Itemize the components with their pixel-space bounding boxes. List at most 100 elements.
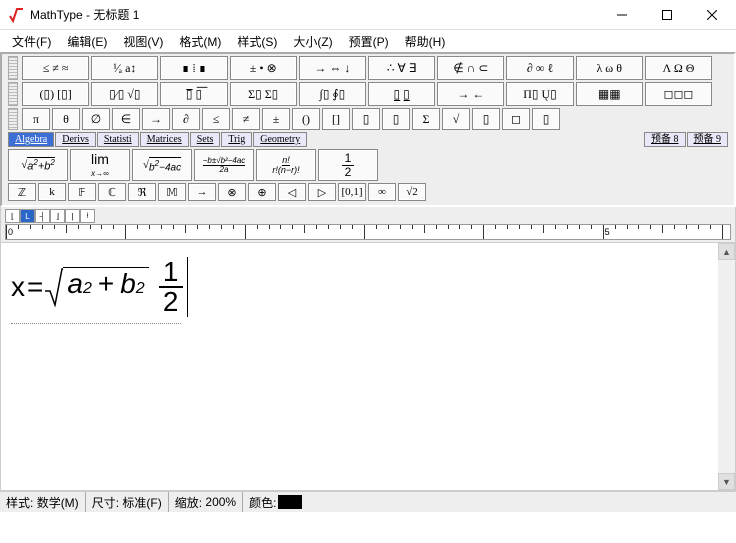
palette-button[interactable]: √ (442, 108, 470, 130)
palette-button[interactable]: −b±√b²−4ac2a (194, 149, 254, 181)
color-swatch[interactable] (278, 495, 302, 509)
palette-button[interactable]: ℜ (128, 183, 156, 201)
palette-button[interactable]: (▯) [▯] (22, 82, 89, 106)
palette-button[interactable]: ≤ ≠ ≈ (22, 56, 89, 80)
palette-button[interactable]: ▷ (308, 183, 336, 201)
palette-button[interactable]: ▯̅ ▯͞ (160, 82, 227, 106)
palette-button[interactable]: ± (262, 108, 290, 130)
palette-button[interactable]: limx→∞ (70, 149, 130, 181)
palette-button[interactable]: √b2−4ac (132, 149, 192, 181)
status-size-value[interactable]: 标准(F) (122, 494, 161, 511)
exp-2: 2 (136, 280, 145, 298)
menu-view[interactable]: 视图(V) (115, 31, 171, 52)
scroll-down-icon[interactable]: ▼ (718, 473, 735, 490)
palette-button[interactable]: ∅ (82, 108, 110, 130)
palette-button[interactable]: ∂ (172, 108, 200, 130)
palette-button[interactable]: ◁ (278, 183, 306, 201)
grip-icon[interactable] (8, 56, 18, 80)
tab-algebra[interactable]: Algebra (8, 132, 54, 147)
palette-button[interactable]: ▯ (472, 108, 500, 130)
denominator: 2 (163, 288, 179, 316)
palette-button[interactable]: n!r!(n−r)! (256, 149, 316, 181)
palette-button[interactable]: Σ (412, 108, 440, 130)
menu-size[interactable]: 大小(Z) (285, 31, 340, 52)
minimize-button[interactable] (599, 1, 644, 29)
palette-button[interactable]: 𝔽 (68, 183, 96, 201)
palette-button[interactable]: → (188, 183, 216, 201)
menu-preset[interactable]: 预置(P) (341, 31, 397, 52)
grip-icon[interactable] (8, 82, 18, 106)
close-button[interactable] (689, 1, 734, 29)
palette-button[interactable]: ⊗ (218, 183, 246, 201)
palette-button[interactable]: ∈ (112, 108, 140, 130)
menu-format[interactable]: 格式(M) (171, 31, 229, 52)
formula-canvas[interactable]: x = a2 + b2 1 2 (1, 243, 735, 331)
tab-statisti[interactable]: Statisti (97, 132, 139, 147)
tabstop-btn[interactable]: ⌊ (5, 209, 20, 223)
palette-button[interactable]: π (22, 108, 50, 130)
palette-button[interactable]: ◻◻◻ (645, 82, 712, 106)
palette-button[interactable]: ℤ (8, 183, 36, 201)
palette-button[interactable]: ∎ ⁞ ∎ (160, 56, 227, 80)
palette-button[interactable]: ± • ⊗ (230, 56, 297, 80)
tab-matrices[interactable]: Matrices (140, 132, 189, 147)
tabstop-btn[interactable]: ┤ (35, 209, 50, 223)
palette-button[interactable]: ⊕ (248, 183, 276, 201)
palette-button[interactable]: → ⇔ ↓ (299, 56, 366, 80)
palette-button[interactable]: ∂ ∞ ℓ (506, 56, 573, 80)
palette-button[interactable]: √2 (398, 183, 426, 201)
palette-button[interactable]: ▯ (532, 108, 560, 130)
palette-button[interactable]: ▯⁄▯ √▯ (91, 82, 158, 106)
tabstop-btn[interactable]: | (65, 209, 80, 223)
palette-button[interactable]: ▯ (352, 108, 380, 130)
palette-button[interactable]: ∫▯ ∮▯ (299, 82, 366, 106)
palette-button[interactable]: Σ▯ Σ▯ (230, 82, 297, 106)
tab-derivs[interactable]: Derivs (55, 132, 96, 147)
palette-button[interactable]: ∉ ∩ ⊂ (437, 56, 504, 80)
palette-button[interactable]: λ ω θ (576, 56, 643, 80)
tabstop-btn[interactable]: ⌋ (50, 209, 65, 223)
palette-button[interactable]: ▯̲ ▯̲ (368, 82, 435, 106)
menu-edit[interactable]: 编辑(E) (59, 31, 115, 52)
palette-button[interactable]: ¹∕ₐ a↕ (91, 56, 158, 80)
palette-button[interactable]: θ (52, 108, 80, 130)
palette-button[interactable]: Λ Ω Θ (645, 56, 712, 80)
tab-sets[interactable]: Sets (190, 132, 221, 147)
menubar: 文件(F) 编辑(E) 视图(V) 格式(M) 样式(S) 大小(Z) 预置(P… (0, 30, 736, 52)
palette-button[interactable]: ▦▦ (576, 82, 643, 106)
palette-button[interactable]: ℂ (98, 183, 126, 201)
palette-button[interactable]: → ← (437, 82, 504, 106)
palette-button[interactable]: k (38, 183, 66, 201)
status-style-value[interactable]: 数学(M) (37, 494, 79, 511)
ruler[interactable]: 05 (5, 224, 731, 240)
menu-help[interactable]: 帮助(H) (397, 31, 454, 52)
scrollbar[interactable]: ▲ ▼ (718, 243, 735, 490)
palette-button[interactable]: √a2+b2 (8, 149, 68, 181)
palette-button[interactable]: ▯ (382, 108, 410, 130)
grip-icon[interactable] (8, 108, 18, 130)
palette-button[interactable]: ≤ (202, 108, 230, 130)
tab-geometry[interactable]: Geometry (253, 132, 307, 147)
palette-button[interactable]: 𝕄 (158, 183, 186, 201)
palette-button[interactable]: ∴ ∀ ∃ (368, 56, 435, 80)
tabstop-btn[interactable]: L (20, 209, 35, 223)
maximize-button[interactable] (644, 1, 689, 29)
tabstop-btn[interactable]: ⍿ (80, 209, 95, 223)
palette-button[interactable]: ◻ (502, 108, 530, 130)
palette-button[interactable]: ≠ (232, 108, 260, 130)
tab-预备 9[interactable]: 预备 9 (687, 132, 729, 147)
tab-trig[interactable]: Trig (221, 132, 252, 147)
palette-button[interactable]: 12 (318, 149, 378, 181)
palette-button[interactable]: ∞ (368, 183, 396, 201)
palette-button[interactable]: [] (322, 108, 350, 130)
palette-button[interactable]: Π▯ Ų▯ (506, 82, 573, 106)
menu-style[interactable]: 样式(S) (229, 31, 285, 52)
menu-file[interactable]: 文件(F) (4, 31, 59, 52)
tab-预备 8[interactable]: 预备 8 (644, 132, 686, 147)
palette-button[interactable]: () (292, 108, 320, 130)
palette-button[interactable]: → (142, 108, 170, 130)
scroll-up-icon[interactable]: ▲ (718, 243, 735, 260)
status-zoom-value[interactable]: 200% (205, 495, 236, 509)
palette-button[interactable]: [0,1] (338, 183, 366, 201)
editor[interactable]: x = a2 + b2 1 2 ▲ ▼ (0, 243, 736, 491)
